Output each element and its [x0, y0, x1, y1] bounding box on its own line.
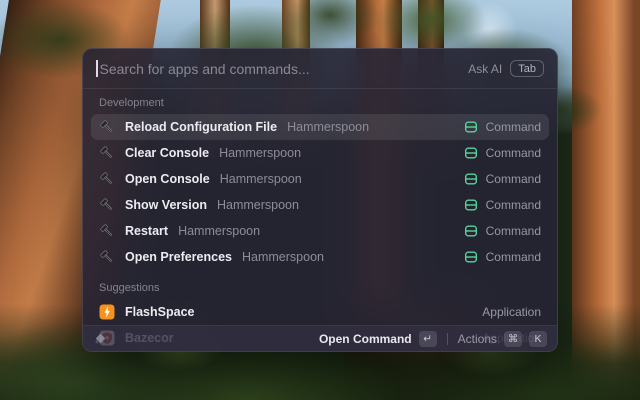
search-bar: Ask AI Tab	[83, 49, 557, 89]
item-subtitle: Hammerspoon	[216, 198, 299, 212]
item-subtitle: Hammerspoon	[219, 172, 302, 186]
section-header-suggestions: Suggestions	[99, 282, 160, 294]
text-caret	[96, 60, 98, 77]
hammerspoon-icon	[99, 145, 115, 161]
return-key-badge: ↵	[418, 330, 437, 347]
command-icon	[463, 171, 479, 187]
item-subtitle: Hammerspoon	[242, 250, 324, 264]
hammerspoon-icon	[99, 197, 115, 213]
list-item[interactable]: Show Version Hammerspoon Command	[91, 192, 549, 218]
item-title: Show Version	[125, 198, 207, 212]
ask-ai-button[interactable]: Ask AI	[468, 62, 502, 76]
item-type-label: Command	[485, 146, 541, 160]
hammerspoon-icon	[99, 249, 115, 265]
footer-divider	[446, 332, 448, 345]
command-icon	[463, 223, 479, 239]
action-bar: Open Command ↵ Actions ⌘ K	[83, 325, 557, 351]
list-item[interactable]: Open Console Hammerspoon Command	[91, 166, 549, 192]
launcher-window: Ask AI Tab Development Reload Configurat…	[82, 48, 558, 352]
command-icon	[463, 197, 479, 213]
list-item[interactable]: Reload Configuration File Hammerspoon Co…	[91, 114, 549, 140]
hammerspoon-icon	[99, 119, 115, 135]
item-title: Reload Configuration File	[125, 120, 278, 134]
section-header-development: Development	[99, 97, 164, 109]
flashspace-icon	[99, 304, 115, 320]
item-subtitle: Hammerspoon	[178, 224, 261, 238]
item-title: FlashSpace	[125, 305, 195, 319]
actions-button[interactable]: Actions ⌘ K	[457, 330, 547, 347]
list-item[interactable]: FlashSpace Application	[91, 299, 549, 325]
cmd-key-badge: ⌘	[504, 330, 522, 347]
item-title: Clear Console	[125, 146, 210, 160]
hammerspoon-icon	[99, 171, 115, 187]
k-key-badge: K	[529, 330, 547, 347]
item-title: Open Console	[125, 172, 210, 186]
item-type-label: Command	[485, 224, 541, 238]
item-type-label: Application	[482, 305, 541, 319]
command-icon	[463, 249, 479, 265]
list-item[interactable]: Clear Console Hammerspoon Command	[91, 140, 549, 166]
open-command-button[interactable]: Open Command ↵	[318, 330, 437, 347]
item-subtitle: Hammerspoon	[219, 146, 302, 160]
tab-key-badge[interactable]: Tab	[510, 60, 544, 77]
open-command-label: Open Command	[318, 331, 412, 346]
item-title: Open Preferences	[125, 250, 232, 264]
list-item[interactable]: Restart Hammerspoon Command	[91, 218, 549, 244]
item-type-label: Command	[485, 250, 541, 264]
item-type-label: Command	[485, 198, 541, 212]
results-list: Development Reload Configuration File Ha…	[83, 89, 557, 351]
item-title: Restart	[125, 224, 169, 238]
list-item[interactable]: Open Preferences Hammerspoon Command	[91, 244, 549, 270]
item-type-label: Command	[485, 172, 541, 186]
search-input[interactable]	[99, 60, 461, 77]
item-subtitle: Hammerspoon	[287, 120, 370, 134]
item-type-label: Command	[485, 120, 541, 134]
raycast-logo-icon[interactable]	[93, 331, 108, 346]
actions-label: Actions	[457, 331, 497, 346]
command-icon	[463, 119, 479, 135]
hammerspoon-icon	[99, 223, 115, 239]
command-icon	[463, 145, 479, 161]
